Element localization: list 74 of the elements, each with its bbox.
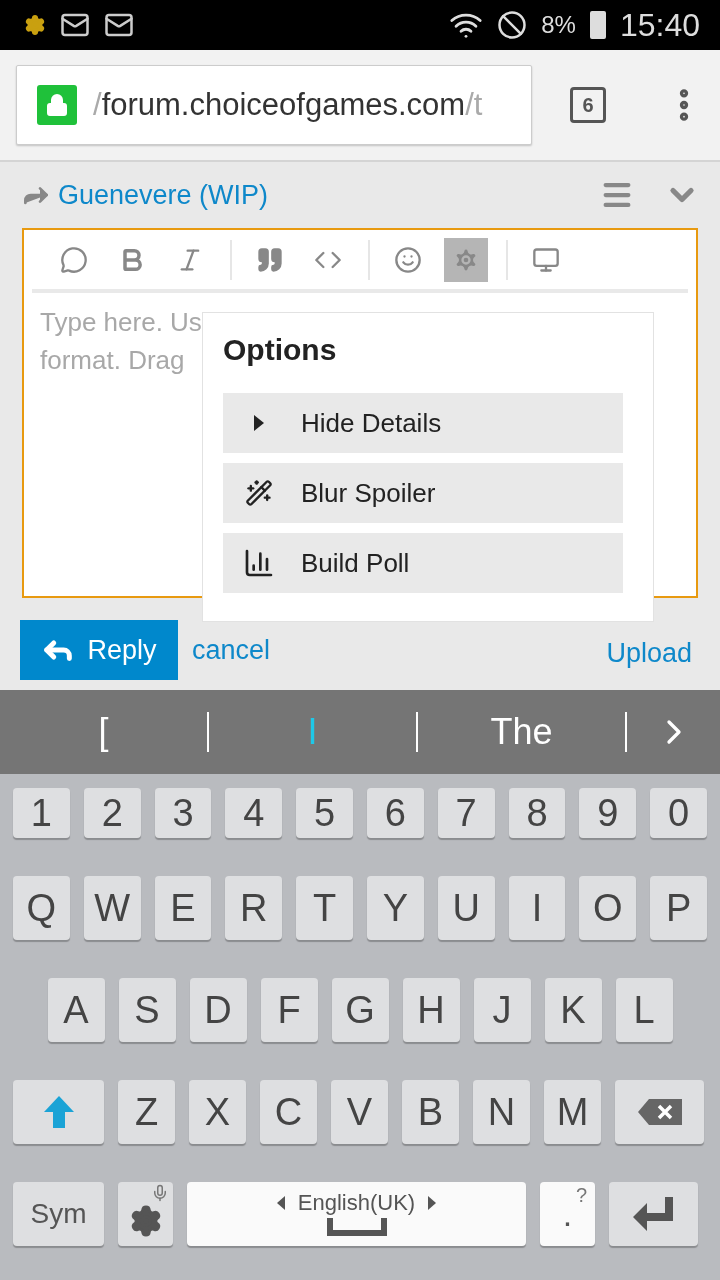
key[interactable]: I — [508, 876, 566, 940]
key[interactable]: H — [402, 978, 460, 1042]
lock-icon — [37, 85, 77, 125]
clock: 15:40 — [619, 6, 700, 44]
key[interactable]: S — [118, 978, 176, 1042]
gear-button[interactable] — [444, 237, 488, 282]
option-item[interactable]: Blur Spoiler — [223, 463, 623, 523]
key[interactable]: 2 — [83, 788, 141, 838]
backspace-icon — [636, 1098, 683, 1126]
monitor-icon — [532, 245, 560, 274]
period-key[interactable]: .? — [540, 1182, 595, 1246]
microphone-icon — [151, 1184, 169, 1202]
placeholder-text: Type here. Us — [40, 306, 202, 339]
key[interactable]: 3 — [154, 788, 212, 838]
key[interactable]: P — [650, 876, 707, 940]
speech-bubble-icon — [60, 245, 88, 274]
key[interactable]: 0 — [650, 788, 707, 838]
reply-button[interactable]: Reply — [20, 620, 178, 680]
key[interactable]: 1 — [13, 788, 70, 838]
option-item[interactable]: Build Poll — [223, 533, 623, 593]
key[interactable]: Y — [367, 876, 424, 940]
backspace-key[interactable] — [615, 1080, 704, 1144]
placeholder-text: format. Drag — [40, 344, 185, 377]
key[interactable]: 4 — [225, 788, 283, 838]
battery-icon — [589, 11, 606, 39]
enter-key[interactable] — [609, 1182, 698, 1246]
space-key[interactable]: English(UK) — [187, 1182, 526, 1246]
battery-percent: 8% — [541, 11, 576, 39]
magic-wand-icon — [245, 479, 273, 507]
key[interactable]: L — [615, 978, 673, 1042]
smiley-icon — [394, 245, 422, 274]
key[interactable]: 9 — [579, 788, 637, 838]
bar-chart-icon — [243, 547, 275, 579]
quote-icon — [256, 245, 284, 274]
space-bar-icon — [324, 1218, 389, 1238]
blocked-icon — [497, 10, 528, 40]
key[interactable]: N — [473, 1080, 530, 1144]
key[interactable]: Q — [13, 876, 70, 940]
triangle-icon — [252, 414, 266, 432]
key[interactable]: X — [189, 1080, 246, 1144]
key[interactable]: D — [189, 978, 247, 1042]
key[interactable]: C — [260, 1080, 317, 1144]
left-triangle-icon — [275, 1195, 286, 1211]
settings-key[interactable] — [118, 1182, 173, 1246]
key[interactable]: K — [544, 978, 602, 1042]
key[interactable]: R — [225, 876, 283, 940]
tab-count[interactable]: 6 — [570, 87, 606, 123]
key[interactable]: T — [296, 876, 353, 940]
key[interactable]: F — [260, 978, 318, 1042]
popup-title: Options — [223, 333, 338, 368]
key[interactable]: 6 — [367, 788, 424, 838]
key[interactable]: G — [331, 978, 389, 1042]
shift-arrow-icon — [41, 1094, 76, 1130]
shift-key[interactable] — [13, 1080, 104, 1144]
key[interactable]: M — [544, 1080, 601, 1144]
key[interactable]: 7 — [437, 788, 495, 838]
sym-key[interactable]: Sym — [13, 1182, 104, 1246]
suggestion[interactable]: [ — [0, 711, 207, 753]
right-triangle-icon — [427, 1195, 438, 1211]
key[interactable]: V — [331, 1080, 388, 1144]
option-item[interactable]: Hide Details — [223, 393, 623, 453]
key[interactable]: O — [579, 876, 637, 940]
key[interactable]: A — [47, 978, 105, 1042]
key[interactable]: 5 — [296, 788, 353, 838]
suggestion[interactable]: The — [418, 711, 625, 753]
key[interactable]: E — [154, 876, 212, 940]
key[interactable]: U — [437, 876, 495, 940]
key-hint: ? — [575, 1184, 587, 1207]
key[interactable]: Z — [118, 1080, 175, 1144]
address-field[interactable]: /forum.choiceofgames.com/t — [16, 65, 532, 145]
key[interactable]: W — [83, 876, 141, 940]
key[interactable]: J — [473, 978, 531, 1042]
key[interactable]: B — [402, 1080, 459, 1144]
key[interactable]: 8 — [508, 788, 566, 838]
